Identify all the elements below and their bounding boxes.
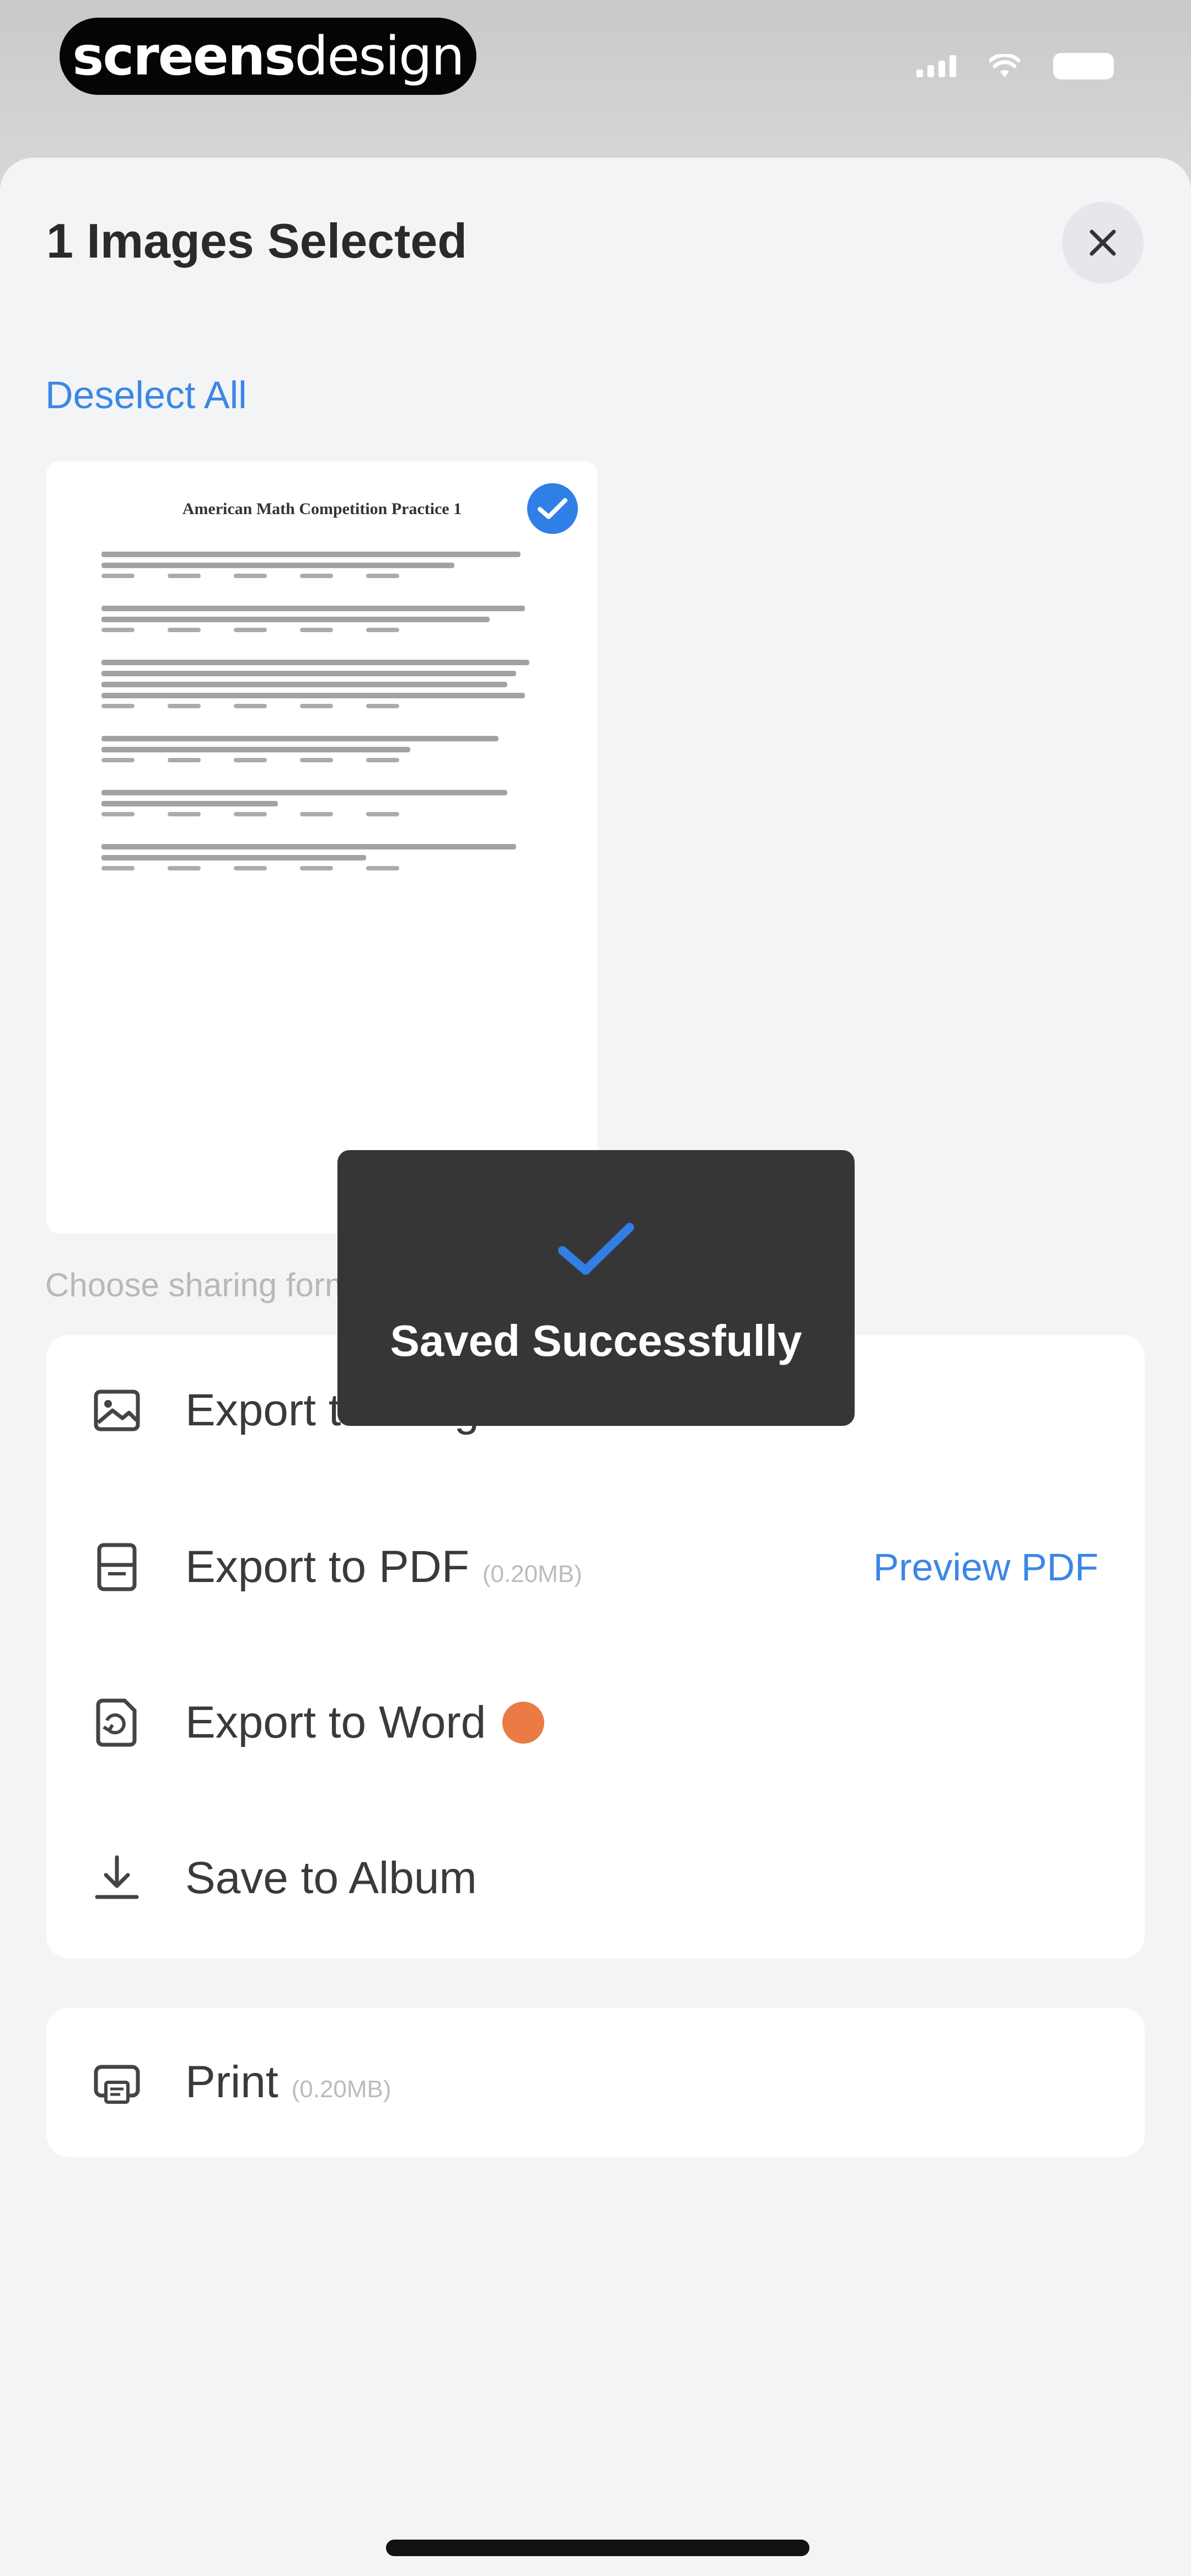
file-size-text: (0.20MB) — [482, 1560, 582, 1588]
checkmark-icon — [538, 498, 567, 519]
premium-badge — [502, 1702, 545, 1744]
document-title: American Math Competition Practice 1 — [182, 500, 462, 518]
option-label: Print (0.20MB) — [185, 2057, 391, 2107]
close-button[interactable] — [1062, 202, 1144, 284]
option-label: Save to Album — [185, 1853, 477, 1903]
pdf-file-icon — [97, 1543, 137, 1591]
screen: screens design 1 Images Selected Deselect… — [0, 0, 1191, 2576]
image-thumbnail[interactable]: American Math Competition Practice 1 — [46, 461, 598, 1233]
brand-text-part2: design — [294, 25, 464, 87]
close-icon — [1090, 229, 1116, 256]
deselect-all-link[interactable]: Deselect All — [45, 373, 247, 417]
status-icons — [916, 53, 1114, 79]
sheet-title: 1 Images Selected — [46, 213, 468, 268]
print-card: Print (0.20MB) — [46, 2008, 1145, 2157]
selected-check-badge[interactable] — [523, 479, 582, 538]
checkmark-icon — [558, 1223, 634, 1275]
option-label: Export to Word — [185, 1697, 545, 1749]
sharing-form-label: Choose sharing form — [45, 1266, 352, 1303]
document-preview: American Math Competition Practice 1 — [101, 500, 543, 898]
wifi-icon — [989, 54, 1020, 77]
option-label: Export to PDF (0.20MB) — [185, 1542, 582, 1592]
status-bar: screens design — [0, 0, 1191, 160]
printer-icon — [94, 2065, 140, 2104]
saved-toast: Saved Successfully — [337, 1150, 855, 1426]
print-option[interactable]: Print (0.20MB) — [46, 2019, 1145, 2146]
home-indicator[interactable] — [386, 2540, 809, 2556]
image-icon — [94, 1389, 140, 1431]
file-size-text: (0.20MB) — [291, 2076, 391, 2103]
brand-logo-pill: screens design — [60, 18, 476, 95]
save-to-album-option[interactable]: Save to Album — [46, 1815, 1145, 1942]
export-to-word-option[interactable]: Export to Word — [46, 1659, 1145, 1786]
preview-pdf-link[interactable]: Preview PDF — [873, 1545, 1098, 1589]
toast-message: Saved Successfully — [390, 1316, 802, 1365]
export-to-pdf-option[interactable]: Export to PDF (0.20MB) Preview PDF — [46, 1504, 1145, 1631]
word-file-icon — [96, 1698, 137, 1747]
download-icon — [95, 1855, 139, 1899]
brand-text-part1: screens — [72, 25, 296, 87]
battery-icon — [1053, 53, 1114, 79]
export-options-card: Export to Images Export to PDF (0.20MB) … — [46, 1335, 1145, 1958]
cellular-signal-icon — [916, 55, 956, 77]
